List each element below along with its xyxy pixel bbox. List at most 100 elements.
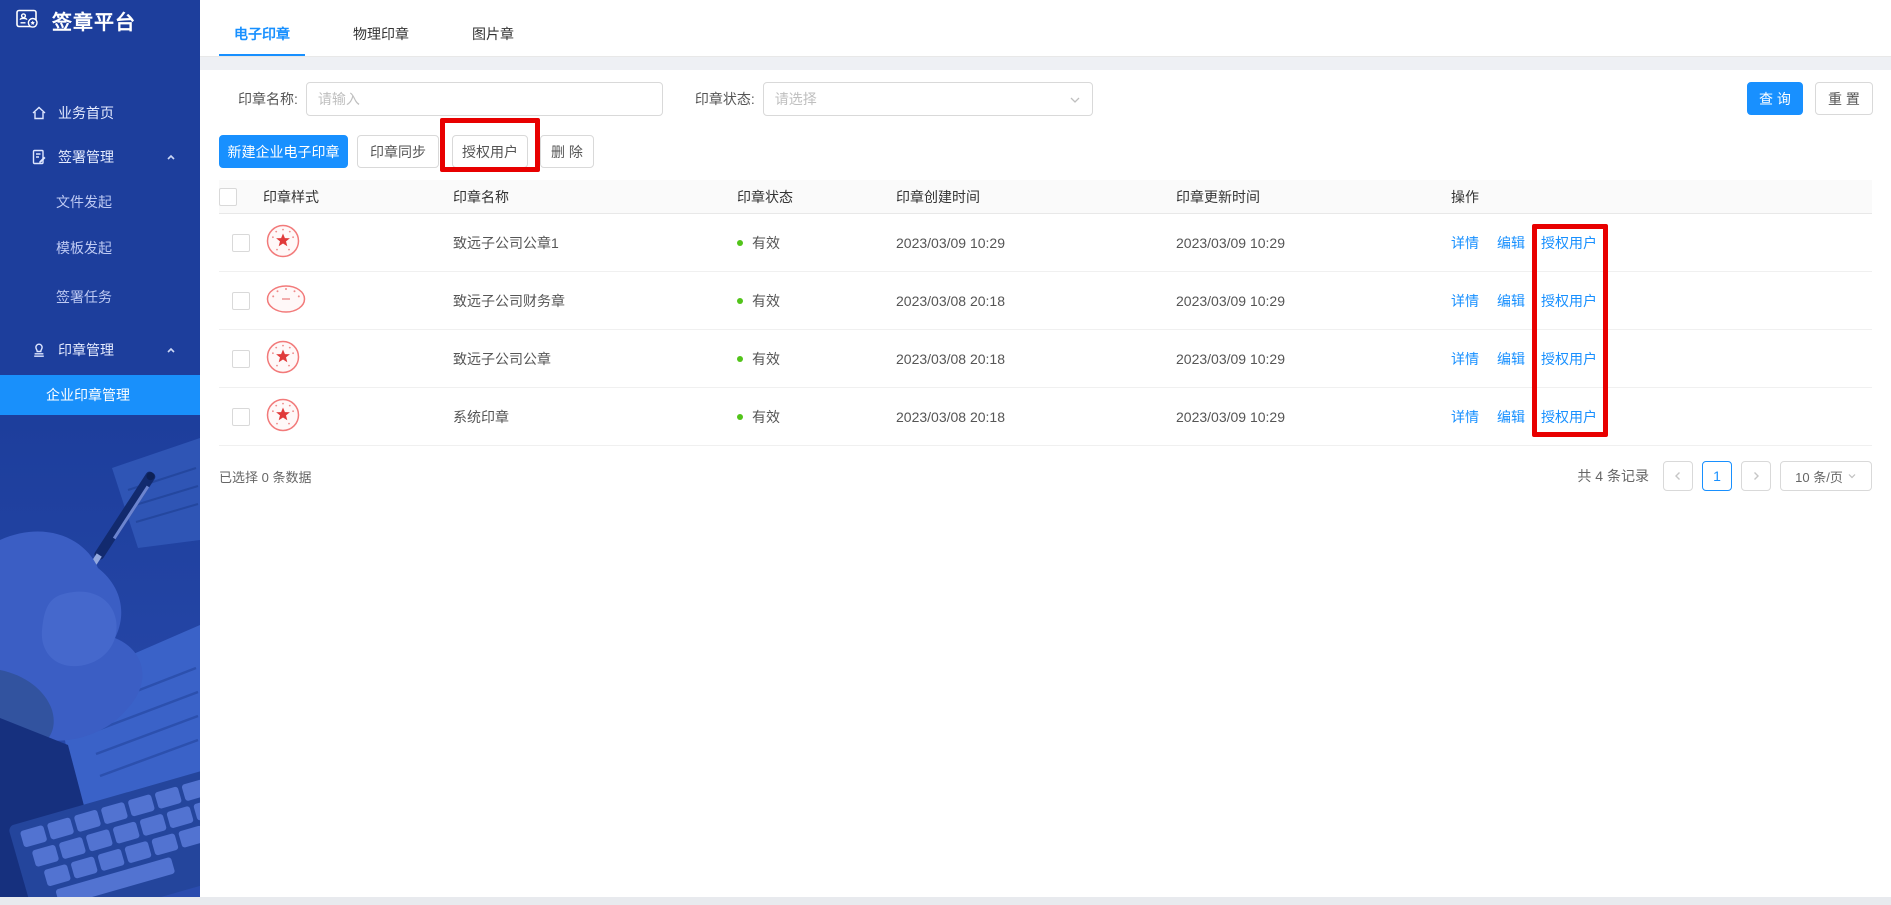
- tab-label: 物理印章: [353, 24, 409, 44]
- tab-label: 电子印章: [234, 24, 290, 44]
- detail-link[interactable]: 详情: [1451, 235, 1479, 251]
- chevron-down-icon: [1069, 94, 1081, 106]
- create-electronic-seal-button[interactable]: 新建企业电子印章: [219, 135, 348, 168]
- search-button[interactable]: 查 询: [1747, 82, 1803, 115]
- seal-name-label: 印章名称:: [238, 89, 298, 109]
- seal-sync-button[interactable]: 印章同步: [357, 135, 439, 168]
- seal-status-select[interactable]: 请选择: [763, 82, 1093, 116]
- sign-document-icon: [30, 148, 48, 166]
- stamp-icon: [30, 341, 48, 359]
- seal-name: 致远子公司公章1: [453, 214, 737, 272]
- authorize-user-link[interactable]: 授权用户: [1541, 235, 1597, 251]
- section-divider: [200, 57, 1891, 70]
- table-row: 致远子公司公章 有效 2023/03/08 20:18 2023/03/09 1…: [219, 330, 1872, 388]
- tab-electronic-seal[interactable]: 电子印章: [219, 13, 305, 56]
- seal-platform-page: 签章平台 业务首页 签署管理 文件发起 模板发起 签署任务: [0, 0, 1891, 905]
- status-dot-icon: [737, 240, 743, 246]
- seal-name: 致远子公司公章: [453, 330, 737, 388]
- sidebar-photo-hand-writing: [0, 420, 200, 897]
- status-dot-icon: [737, 356, 743, 362]
- chevron-down-icon: [1847, 471, 1857, 481]
- seal-image: [263, 281, 309, 320]
- home-icon: [30, 104, 48, 122]
- delete-button[interactable]: 删 除: [540, 135, 594, 168]
- app-logo: 签章平台: [0, 0, 200, 40]
- page-number-button[interactable]: 1: [1702, 461, 1732, 491]
- status-badge: 有效: [737, 233, 896, 253]
- sidebar-item-label: 企业印章管理: [46, 385, 130, 405]
- sidebar-item-business-home[interactable]: 业务首页: [0, 95, 200, 131]
- chevron-up-icon: [164, 150, 178, 164]
- sidebar-item-file-initiate[interactable]: 文件发起: [0, 184, 200, 220]
- authorize-user-link[interactable]: 授权用户: [1541, 409, 1597, 425]
- sidebar-item-label: 印章管理: [58, 340, 114, 360]
- column-seal-style: 印章样式: [263, 180, 453, 214]
- table-row: 致远子公司公章1 有效 2023/03/09 10:29 2023/03/09 …: [219, 214, 1872, 272]
- filter-row: 印章名称: 印章状态: 请选择 查 询 重 置: [200, 82, 1891, 116]
- select-all-checkbox[interactable]: [219, 188, 237, 206]
- seal-image: [263, 395, 303, 438]
- prev-page-button[interactable]: [1663, 461, 1693, 491]
- updated-time: 2023/03/09 10:29: [1176, 388, 1451, 446]
- authorize-user-link[interactable]: 授权用户: [1541, 293, 1597, 309]
- sidebar-item-enterprise-seal-management[interactable]: 企业印章管理: [0, 375, 200, 415]
- tab-picture-seal[interactable]: 图片章: [457, 13, 529, 56]
- status-badge: 有效: [737, 349, 896, 369]
- chevron-up-icon: [164, 343, 178, 357]
- pagination: 共 4 条记录 1 10 条/页: [1577, 461, 1872, 491]
- reset-button[interactable]: 重 置: [1815, 82, 1873, 115]
- seal-image: [263, 337, 303, 380]
- seal-table: 印章样式 印章名称 印章状态 印章创建时间 印章更新时间 操作: [219, 180, 1872, 446]
- sidebar-item-sign-tasks[interactable]: 签署任务: [0, 279, 200, 315]
- toolbar-row: 新建企业电子印章 印章同步 授权用户 删 除: [200, 135, 1891, 168]
- selected-count-text: 已选择 0 条数据: [219, 467, 311, 486]
- sidebar-item-sign-management[interactable]: 签署管理: [0, 139, 200, 175]
- column-updated-time: 印章更新时间: [1176, 180, 1451, 214]
- status-badge: 有效: [737, 291, 896, 311]
- sidebar-item-label: 签署管理: [58, 147, 114, 167]
- chevron-right-icon: [1750, 470, 1762, 482]
- edit-link[interactable]: 编辑: [1497, 235, 1525, 251]
- seal-name-input[interactable]: [306, 82, 663, 116]
- sidebar-item-label: 签署任务: [56, 287, 112, 307]
- select-placeholder: 请选择: [775, 89, 817, 109]
- top-gap: [200, 0, 1891, 13]
- row-checkbox[interactable]: [232, 350, 250, 368]
- sidebar: 签章平台 业务首页 签署管理 文件发起 模板发起 签署任务: [0, 0, 200, 905]
- column-created-time: 印章创建时间: [896, 180, 1176, 214]
- table-header-row: 印章样式 印章名称 印章状态 印章创建时间 印章更新时间 操作: [219, 180, 1872, 214]
- sidebar-item-seal-management[interactable]: 印章管理: [0, 332, 200, 368]
- status-dot-icon: [737, 414, 743, 420]
- tab-physical-seal[interactable]: 物理印章: [338, 13, 424, 56]
- detail-link[interactable]: 详情: [1451, 293, 1479, 309]
- created-time: 2023/03/09 10:29: [896, 214, 1176, 272]
- page-size-select[interactable]: 10 条/页: [1780, 461, 1872, 491]
- detail-link[interactable]: 详情: [1451, 409, 1479, 425]
- updated-time: 2023/03/09 10:29: [1176, 214, 1451, 272]
- sidebar-item-label: 业务首页: [58, 103, 114, 123]
- edit-link[interactable]: 编辑: [1497, 351, 1525, 367]
- row-checkbox[interactable]: [232, 292, 250, 310]
- sidebar-item-label: 文件发起: [56, 192, 112, 212]
- detail-link[interactable]: 详情: [1451, 351, 1479, 367]
- id-badge-seal-icon: [14, 6, 42, 34]
- edit-link[interactable]: 编辑: [1497, 409, 1525, 425]
- seal-name: 致远子公司财务章: [453, 272, 737, 330]
- authorize-user-button[interactable]: 授权用户: [452, 135, 528, 168]
- tab-label: 图片章: [472, 24, 514, 44]
- created-time: 2023/03/08 20:18: [896, 388, 1176, 446]
- updated-time: 2023/03/09 10:29: [1176, 272, 1451, 330]
- seal-name: 系统印章: [453, 388, 737, 446]
- table-row: 系统印章 有效 2023/03/08 20:18 2023/03/09 10:2…: [219, 388, 1872, 446]
- row-checkbox[interactable]: [232, 408, 250, 426]
- column-seal-name: 印章名称: [453, 180, 737, 214]
- sidebar-item-template-initiate[interactable]: 模板发起: [0, 230, 200, 266]
- seal-status-label: 印章状态:: [695, 89, 755, 109]
- row-checkbox[interactable]: [232, 234, 250, 252]
- tab-bar: 电子印章 物理印章 图片章: [200, 13, 1891, 57]
- edit-link[interactable]: 编辑: [1497, 293, 1525, 309]
- column-operations: 操作: [1451, 180, 1872, 214]
- next-page-button[interactable]: [1741, 461, 1771, 491]
- authorize-user-link[interactable]: 授权用户: [1541, 351, 1597, 367]
- created-time: 2023/03/08 20:18: [896, 330, 1176, 388]
